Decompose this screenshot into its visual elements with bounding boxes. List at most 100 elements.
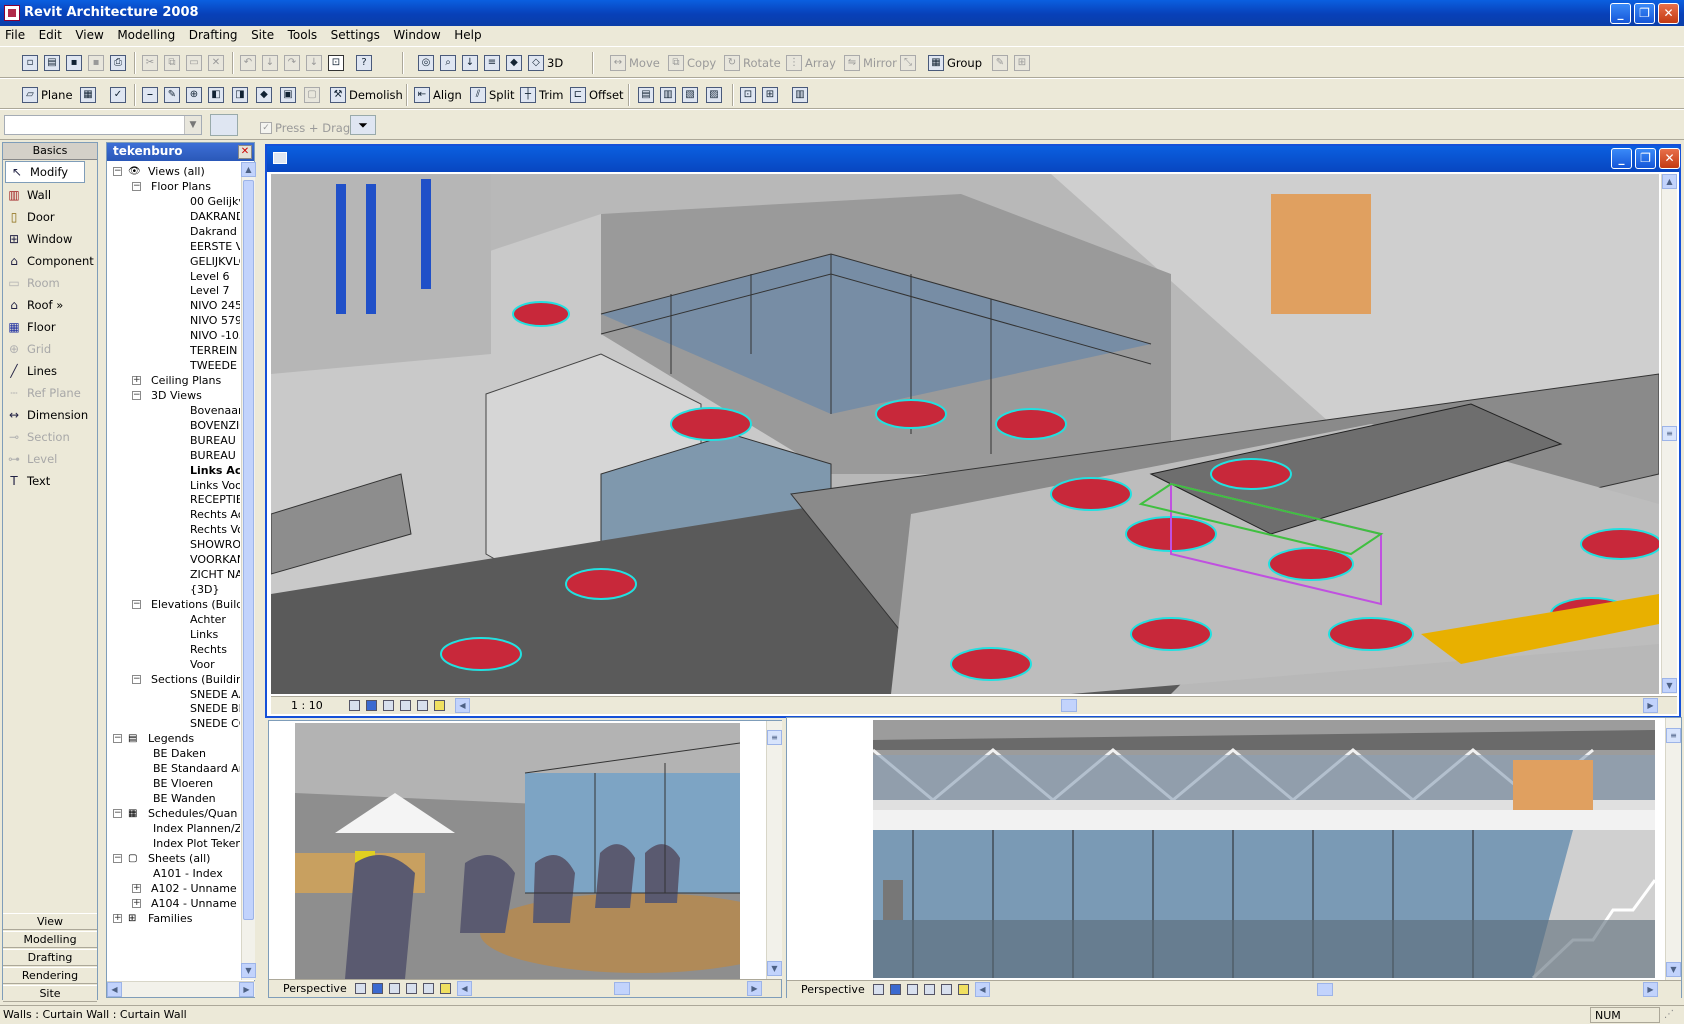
tree-node[interactable]: Ceiling Plans (151, 373, 240, 389)
offset-button[interactable]: Offset (589, 88, 624, 102)
browser-horizontal-scrollbar[interactable]: ◀ ▶ (107, 981, 255, 997)
tree-node[interactable]: TERREIN (190, 343, 240, 359)
copy-clipboard-icon[interactable]: ▤ (638, 87, 654, 103)
paint-icon[interactable]: ◆ (256, 87, 272, 103)
resize-grip-icon[interactable]: ⋰ (1664, 1009, 1678, 1023)
tree-node[interactable]: Bovenaan (190, 403, 240, 419)
match-type-icon[interactable]: ⊕ (186, 87, 202, 103)
design-bar-item-dimension[interactable]: ↔ Dimension (3, 404, 97, 426)
office-interior-render[interactable] (295, 723, 740, 979)
tree-node[interactable]: Rechts Voo (190, 522, 240, 538)
tree-node[interactable]: Links (190, 627, 240, 643)
tree-node[interactable]: A104 - Unname (151, 896, 240, 912)
shadows-icon[interactable] (383, 700, 394, 711)
tree-node[interactable]: TWEEDE V (190, 358, 240, 374)
design-bar-tab-basics[interactable]: Basics (3, 143, 97, 160)
design-bar-tab-modelling[interactable]: Modelling (3, 931, 97, 948)
reveal-hidden-icon[interactable] (440, 983, 451, 994)
view-restore-button[interactable]: ❐ (1635, 148, 1656, 169)
tree-node[interactable]: VOORKANT (190, 552, 240, 568)
tree-node[interactable]: BUREAU (w (190, 448, 240, 464)
tree-node[interactable]: NIVO 2450 (190, 298, 240, 314)
tree-node[interactable]: Level 7 (190, 283, 240, 299)
design-bar-item-ref-plane[interactable]: ┄ Ref Plane (3, 382, 97, 404)
tree-node[interactable]: Voor (190, 657, 240, 673)
crop-region-icon[interactable] (400, 700, 411, 711)
main-view-vertical-scrollbar[interactable]: ▲ ≡ ▼ (1661, 174, 1677, 694)
tree-node[interactable]: Dakrand rec (190, 224, 240, 240)
tree-node[interactable]: NIVO 5790 (190, 313, 240, 329)
design-bar-tab-drafting[interactable]: Drafting (3, 949, 97, 966)
menu-view[interactable]: View (70, 26, 108, 44)
tree-node[interactable]: Rechts (190, 642, 240, 658)
design-bar-item-window[interactable]: ⊞ Window (3, 228, 97, 250)
cut-icon[interactable]: ✂ (142, 55, 158, 71)
tree-node[interactable]: 3D Views (151, 388, 240, 404)
tree-node[interactable]: BE Vloeren (153, 776, 240, 792)
tree-node[interactable]: Legends (148, 731, 240, 747)
view-window-icon[interactable] (273, 152, 287, 164)
press-drag-checkbox[interactable]: ✓ (260, 122, 272, 134)
undo-list-icon[interactable]: ↓ (262, 55, 278, 71)
tree-node[interactable]: Achter (190, 612, 240, 628)
scroll-down-icon[interactable]: ▼ (241, 963, 256, 978)
type-selector[interactable]: ▼ (4, 115, 202, 135)
section-view-vertical-scrollbar[interactable]: ≡ ▼ (1665, 718, 1681, 980)
design-bar-item-level[interactable]: ⊶ Level (3, 448, 97, 470)
group-button[interactable]: Group (947, 56, 982, 70)
design-bar-item-room[interactable]: ▭ Room (3, 272, 97, 294)
minimize-button[interactable]: _ (1610, 3, 1631, 24)
detail-level-icon[interactable] (349, 700, 360, 711)
expand-icon[interactable]: + (132, 898, 141, 908)
horizontal-scroll-thumb[interactable] (1061, 699, 1077, 712)
design-options-icon[interactable]: ⊞ (762, 87, 778, 103)
scroll-right-icon[interactable]: ▶ (1643, 698, 1658, 713)
design-bar-tab-view[interactable]: View (3, 913, 97, 930)
reveal-hidden-icon[interactable] (958, 984, 969, 995)
delete-icon[interactable]: ✕ (208, 55, 224, 71)
crop-region-icon[interactable] (924, 984, 935, 995)
tree-node[interactable]: Index Plot Teken (153, 836, 240, 852)
tree-node[interactable]: Index Plannen/Z (153, 821, 240, 837)
paint-brush-icon[interactable]: ✎ (164, 87, 180, 103)
collapse-icon[interactable]: − (132, 599, 141, 609)
tree-node[interactable]: Level 6 (190, 269, 240, 285)
type-selector-arrow-icon[interactable]: ▼ (184, 116, 201, 134)
tree-node[interactable]: {3D} (190, 582, 240, 598)
undo-icon[interactable]: ↶ (240, 55, 256, 71)
tree-node[interactable]: 00 Gelijkvloer (190, 194, 240, 210)
shading-icon[interactable]: ◆ (506, 55, 522, 71)
scroll-thumb[interactable] (243, 180, 254, 920)
join-geometry-icon[interactable]: ▣ (280, 87, 296, 103)
tree-node[interactable]: SNEDE CC (190, 716, 240, 732)
design-bar-item-text[interactable]: T Text (3, 470, 97, 492)
zoom-icon[interactable]: ⌕ (440, 55, 456, 71)
tree-node[interactable]: Rechts Acht (190, 507, 240, 523)
scroll-down-icon[interactable]: ▼ (1662, 678, 1677, 693)
expand-icon[interactable]: + (113, 913, 122, 923)
redo-list-icon[interactable]: ↓ (306, 55, 322, 71)
model-graphics-style-icon[interactable] (890, 984, 901, 995)
scroll-right-icon[interactable]: ▶ (239, 982, 254, 997)
menu-drafting[interactable]: Drafting (184, 26, 243, 44)
tree-node[interactable]: Links Voor (190, 478, 240, 494)
unjoin-geometry-icon[interactable]: ▢ (304, 87, 320, 103)
design-bar-item-roof[interactable]: ⌂ Roof » (3, 294, 97, 316)
tree-node[interactable]: SNEDE AA (190, 687, 240, 703)
tree-node[interactable]: BOVENZICH (190, 418, 240, 434)
tree-node[interactable]: BE Daken (153, 746, 240, 762)
close-button[interactable]: ✕ (1658, 3, 1679, 24)
design-bar-tab-site[interactable]: Site (3, 985, 97, 1002)
tree-node[interactable]: BUREAU (190, 433, 240, 449)
mirror-button[interactable]: Mirror (863, 56, 897, 70)
linework-icon[interactable]: ⎯ (142, 87, 158, 103)
temporary-hide-icon[interactable] (417, 700, 428, 711)
menu-settings[interactable]: Settings (326, 26, 385, 44)
spell-check-icon[interactable]: ✓ (110, 87, 126, 103)
restore-button[interactable]: ❐ (1634, 3, 1655, 24)
design-bar-item-component[interactable]: ⌂ Component (3, 250, 97, 272)
tree-node[interactable]: A102 - Unname (151, 881, 240, 897)
close-icon[interactable]: ✕ (238, 145, 252, 159)
default-3d-view-icon[interactable]: ◇ (528, 55, 544, 71)
tree-node[interactable]: Links Achter (190, 463, 240, 479)
